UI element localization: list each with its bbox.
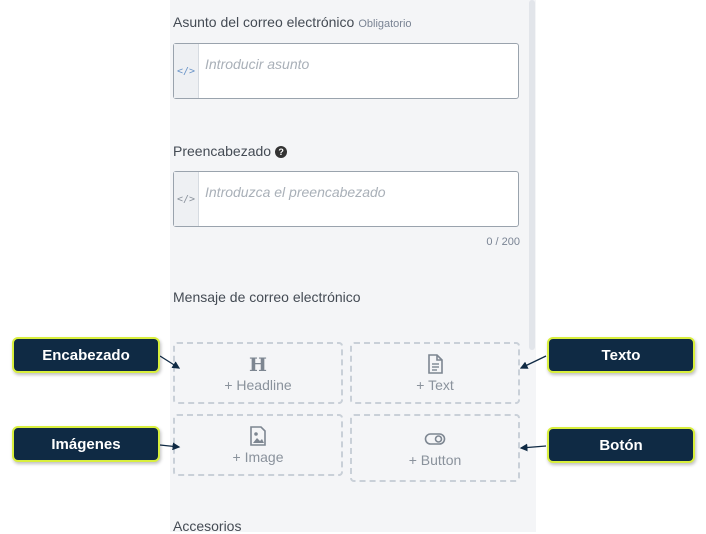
subject-input[interactable]: [199, 44, 518, 72]
character-counter: 0 / 200: [486, 236, 520, 248]
add-button-button[interactable]: + Button: [350, 414, 520, 482]
callout-images: Imágenes: [12, 426, 160, 462]
callout-button: Botón: [547, 427, 695, 463]
scrollbar[interactable]: [529, 0, 535, 350]
required-hint: Obligatorio: [358, 18, 412, 30]
svg-text:H: H: [249, 354, 267, 374]
document-icon: [426, 353, 444, 375]
subject-label: Asunto del correo electrónico Obligatorio: [173, 14, 412, 30]
message-label: Mensaje de correo electrónico: [173, 289, 361, 305]
add-text-button[interactable]: + Text: [350, 342, 520, 404]
callout-headline: Encabezado: [12, 337, 160, 373]
add-image-button[interactable]: + Image: [173, 414, 343, 476]
code-icon[interactable]: </>: [174, 172, 199, 226]
add-text-label: + Text: [416, 377, 454, 393]
subject-field[interactable]: </>: [173, 43, 519, 99]
headline-icon: H: [248, 353, 268, 375]
preheader-input[interactable]: [199, 172, 518, 200]
help-icon[interactable]: ?: [275, 146, 288, 159]
image-icon: [249, 425, 267, 447]
preheader-label: Preencabezado?: [173, 143, 288, 159]
toggle-icon: [424, 428, 446, 450]
callout-text: Texto: [547, 337, 695, 373]
preheader-label-text: Preencabezado: [173, 143, 272, 159]
preheader-field[interactable]: </>: [173, 171, 519, 227]
subject-label-text: Asunto del correo electrónico: [173, 14, 355, 30]
add-headline-button[interactable]: H + Headline: [173, 342, 343, 404]
add-button-label: + Button: [408, 452, 462, 468]
code-icon[interactable]: </>: [174, 44, 199, 98]
add-headline-label: + Headline: [224, 377, 292, 393]
add-image-label: + Image: [232, 449, 284, 465]
